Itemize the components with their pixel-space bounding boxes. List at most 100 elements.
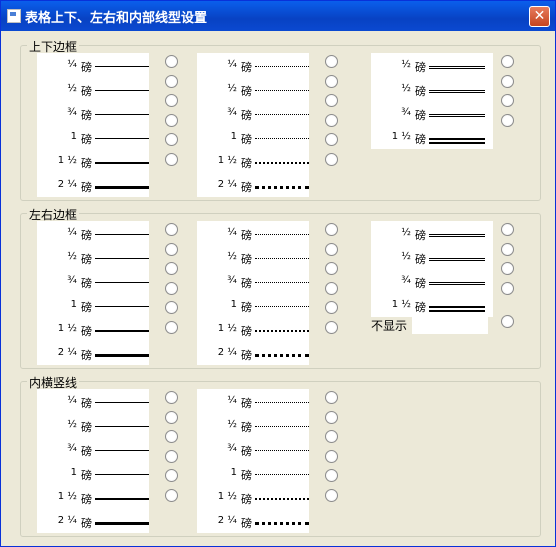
unit-label: 磅 [81, 61, 92, 74]
line-sample [95, 138, 149, 139]
unit-label: 磅 [415, 133, 426, 146]
line-sample [255, 330, 309, 332]
radio-top-bottom-dotted-2[interactable] [325, 74, 338, 88]
radio-left-right-dotted-4[interactable] [325, 281, 338, 295]
weight-label: 1 ½ [57, 491, 77, 502]
radio-top-bottom-solid-2[interactable] [165, 74, 178, 88]
radio-left-right-dotted-5[interactable] [325, 301, 338, 314]
line-sample [95, 90, 149, 91]
radio-inner-dotted-1[interactable] [325, 391, 338, 404]
radio-top-bottom-double-1[interactable] [501, 55, 514, 68]
line-style-row: 1 ½ 磅 [197, 151, 309, 173]
weight-label: ½ [227, 83, 237, 94]
unit-label: 磅 [241, 229, 252, 242]
line-style-row: ½磅 [371, 55, 493, 77]
radio-top-bottom-dotted-3[interactable] [325, 94, 338, 107]
line-style-row: ¾磅 [197, 439, 309, 461]
radio-inner-dotted-4[interactable] [325, 449, 338, 463]
radio-left-right-solid-2[interactable] [165, 242, 178, 256]
unit-label: 磅 [81, 421, 92, 434]
weight-label: 2 ¼ [57, 179, 77, 190]
line-style-row: ¾磅 [37, 103, 149, 125]
weight-label: 1 ½ [57, 155, 77, 166]
line-sample [255, 354, 309, 357]
radio-left-right-solid-5[interactable] [165, 301, 178, 314]
radio-top-bottom-dotted-4[interactable] [325, 113, 338, 127]
radio-inner-dotted-3[interactable] [325, 430, 338, 443]
line-style-row: ¼磅 [37, 223, 149, 245]
line-sample [95, 426, 149, 427]
radio-left-right-solid-6[interactable] [165, 320, 178, 334]
line-style-row: 2 ¼ 磅 [197, 343, 309, 365]
radio-top-bottom-double-4[interactable] [501, 113, 514, 127]
unit-label: 磅 [415, 277, 426, 290]
radio-left-right-solid-3[interactable] [165, 262, 178, 275]
radio-left-right-solid-1[interactable] [165, 223, 178, 236]
line-sample [95, 402, 149, 403]
close-button[interactable]: ✕ [529, 6, 550, 27]
line-sample [429, 114, 485, 117]
unit-label: 磅 [241, 349, 252, 362]
line-sample [255, 90, 309, 91]
line-style-row: ¼磅 [197, 391, 309, 413]
radio-left-right-double-2[interactable] [501, 242, 514, 256]
line-style-row: ¾磅 [371, 271, 493, 293]
radio-top-bottom-dotted-1[interactable] [325, 55, 338, 68]
radio-left-right-double-4[interactable] [501, 281, 514, 295]
radio-inner-solid-6[interactable] [165, 488, 178, 502]
line-style-row: 2 ¼ 磅 [37, 343, 149, 365]
weight-label: ¼ [227, 395, 237, 406]
radio-inner-dotted-5[interactable] [325, 469, 338, 482]
radio-top-bottom-double-2[interactable] [501, 74, 514, 88]
line-style-row: ¼磅 [37, 391, 149, 413]
unit-label: 磅 [415, 109, 426, 122]
radio-inner-solid-2[interactable] [165, 410, 178, 424]
weight-label: 2 ¼ [57, 515, 77, 526]
unit-label: 磅 [81, 109, 92, 122]
unit-label: 磅 [241, 517, 252, 530]
weight-label: 2 ¼ [217, 515, 237, 526]
line-sample [255, 474, 309, 475]
weight-label: ½ [67, 251, 77, 262]
radio-left-right-double-1[interactable] [501, 223, 514, 236]
radio-inner-solid-1[interactable] [165, 391, 178, 404]
line-style-row: 1磅 [197, 463, 309, 485]
line-style-row: ¼磅 [197, 55, 309, 77]
radio-inner-solid-3[interactable] [165, 430, 178, 443]
unit-label: 磅 [241, 421, 252, 434]
unit-label: 磅 [241, 445, 252, 458]
radio-top-bottom-solid-6[interactable] [165, 152, 178, 166]
radio-inner-solid-4[interactable] [165, 449, 178, 463]
radio-left-right-double-3[interactable] [501, 262, 514, 275]
line-sample [255, 114, 309, 115]
radio-inner-dotted-6[interactable] [325, 488, 338, 502]
line-style-panel-dotted: ¼磅½磅¾磅1磅1 ½磅2 ¼磅 [197, 53, 309, 197]
radio-left-right-dotted-6[interactable] [325, 320, 338, 334]
radio-left-right-dotted-2[interactable] [325, 242, 338, 256]
line-sample [95, 66, 149, 67]
unit-label: 磅 [241, 325, 252, 338]
line-style-row: ¾磅 [371, 103, 493, 125]
dialog-window: 表格上下、左右和内部线型设置 ✕ 上下边框 左右边框 内横竖线 不显示 ¼磅½磅… [0, 0, 556, 547]
radio-top-bottom-solid-4[interactable] [165, 113, 178, 127]
line-style-row: 1 ½ 磅 [197, 319, 309, 341]
radio-top-bottom-dotted-5[interactable] [325, 133, 338, 146]
radio-top-bottom-solid-3[interactable] [165, 94, 178, 107]
radio-hide-left-right[interactable] [501, 315, 514, 328]
radio-left-right-solid-4[interactable] [165, 281, 178, 295]
unit-label: 磅 [81, 157, 92, 170]
title-bar[interactable]: 表格上下、左右和内部线型设置 ✕ [1, 1, 555, 31]
radio-inner-solid-5[interactable] [165, 469, 178, 482]
radio-top-bottom-double-3[interactable] [501, 94, 514, 107]
radio-left-right-dotted-3[interactable] [325, 262, 338, 275]
radio-left-right-dotted-1[interactable] [325, 223, 338, 236]
radio-top-bottom-solid-5[interactable] [165, 133, 178, 146]
line-style-row: 1 ½ 磅 [371, 295, 493, 317]
line-sample [255, 282, 309, 283]
radio-top-bottom-solid-1[interactable] [165, 55, 178, 68]
line-sample [95, 498, 149, 500]
line-sample [255, 450, 309, 451]
radio-top-bottom-dotted-6[interactable] [325, 152, 338, 166]
radio-inner-dotted-2[interactable] [325, 410, 338, 424]
unit-label: 磅 [81, 301, 92, 314]
